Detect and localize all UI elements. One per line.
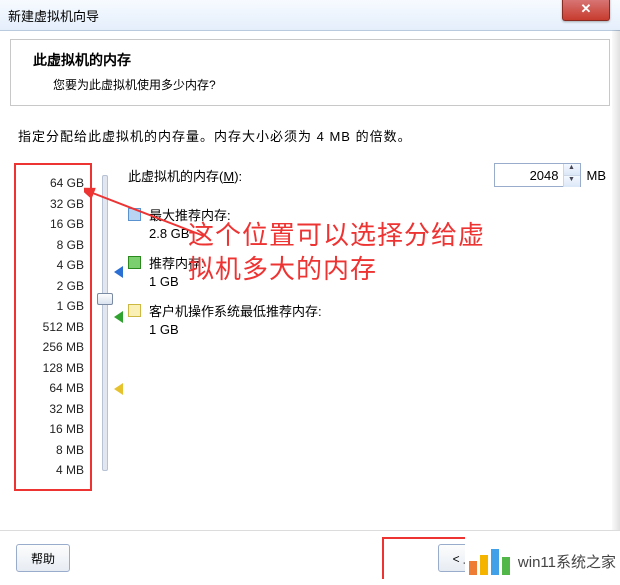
scale-label: 512 MB (20, 317, 84, 338)
max-square-icon (128, 208, 141, 221)
watermark: win11系统之家 (465, 537, 616, 585)
memory-input-label: 此虚拟机的内存(M): (128, 166, 494, 185)
close-icon: ✕ (581, 1, 592, 17)
max-label: 最大推荐内存: (149, 205, 231, 224)
scale-label: 64 GB (20, 173, 84, 194)
memory-spinner: ▲ ▼ (494, 163, 581, 187)
memory-unit: MB (587, 168, 607, 183)
min-label: 客户机操作系统最低推荐内存: (149, 301, 322, 320)
header-title: 此虚拟机的内存 (33, 50, 593, 70)
max-value: 2.8 GB (149, 226, 606, 241)
wizard-header: 此虚拟机的内存 您要为此虚拟机使用多少内存? (10, 39, 610, 106)
watermark-text: win11系统之家 (518, 551, 616, 572)
scale-label: 8 MB (20, 440, 84, 461)
memory-slider-column (92, 163, 128, 491)
min-value: 1 GB (149, 322, 606, 337)
wizard-window: 新建虚拟机向导 ✕ 此虚拟机的内存 您要为此虚拟机使用多少内存? 指定分配给此虚… (0, 0, 620, 585)
rec-square-icon (128, 256, 141, 269)
close-button[interactable]: ✕ (562, 0, 610, 21)
memory-slider-thumb[interactable] (97, 293, 113, 305)
watermark-logo-icon (469, 547, 510, 575)
scale-label: 32 MB (20, 399, 84, 420)
rec-marker-icon (114, 311, 123, 323)
memory-input-row: 此虚拟机的内存(M): ▲ ▼ MB (128, 163, 606, 187)
memory-info-column: 此虚拟机的内存(M): ▲ ▼ MB 最大推荐内存: (128, 163, 606, 491)
recommendation-max: 最大推荐内存: 2.8 GB 推荐内存: 1 GB 客户机操作系统最低推荐内存:… (128, 205, 606, 337)
help-button[interactable]: 帮助 (16, 544, 70, 572)
instruction-text: 指定分配给此虚拟机的内存量。内存大小必须为 4 MB 的倍数。 (18, 126, 602, 145)
min-marker-icon (114, 383, 123, 395)
spinner-down-button[interactable]: ▼ (564, 176, 580, 187)
scale-label: 1 GB (20, 296, 84, 317)
memory-slider-track[interactable] (102, 175, 108, 471)
spinner-up-button[interactable]: ▲ (564, 164, 580, 176)
min-square-icon (128, 304, 141, 317)
scale-label: 2 GB (20, 276, 84, 297)
spinner-buttons: ▲ ▼ (563, 164, 580, 187)
scale-label: 4 GB (20, 255, 84, 276)
scale-label: 16 MB (20, 419, 84, 440)
scale-label: 128 MB (20, 358, 84, 379)
window-title: 新建虚拟机向导 (8, 6, 99, 25)
header-subtitle: 您要为此虚拟机使用多少内存? (53, 76, 593, 93)
scale-label: 256 MB (20, 337, 84, 358)
titlebar: 新建虚拟机向导 ✕ (0, 0, 620, 31)
max-marker-icon (114, 266, 123, 278)
scale-label: 16 GB (20, 214, 84, 235)
rec-value: 1 GB (149, 274, 606, 289)
scale-label: 8 GB (20, 235, 84, 256)
memory-scale-column: 64 GB 32 GB 16 GB 8 GB 4 GB 2 GB 1 GB 51… (14, 163, 92, 491)
scale-label: 4 MB (20, 460, 84, 481)
memory-scale-box: 64 GB 32 GB 16 GB 8 GB 4 GB 2 GB 1 GB 51… (14, 163, 92, 491)
rec-label: 推荐内存: (149, 253, 205, 272)
scale-label: 32 GB (20, 194, 84, 215)
window-right-shadow (612, 30, 620, 531)
memory-content: 64 GB 32 GB 16 GB 8 GB 4 GB 2 GB 1 GB 51… (14, 163, 606, 491)
scale-label: 64 MB (20, 378, 84, 399)
memory-input[interactable] (495, 165, 563, 185)
wizard-body: 指定分配给此虚拟机的内存量。内存大小必须为 4 MB 的倍数。 64 GB 32… (0, 106, 620, 491)
